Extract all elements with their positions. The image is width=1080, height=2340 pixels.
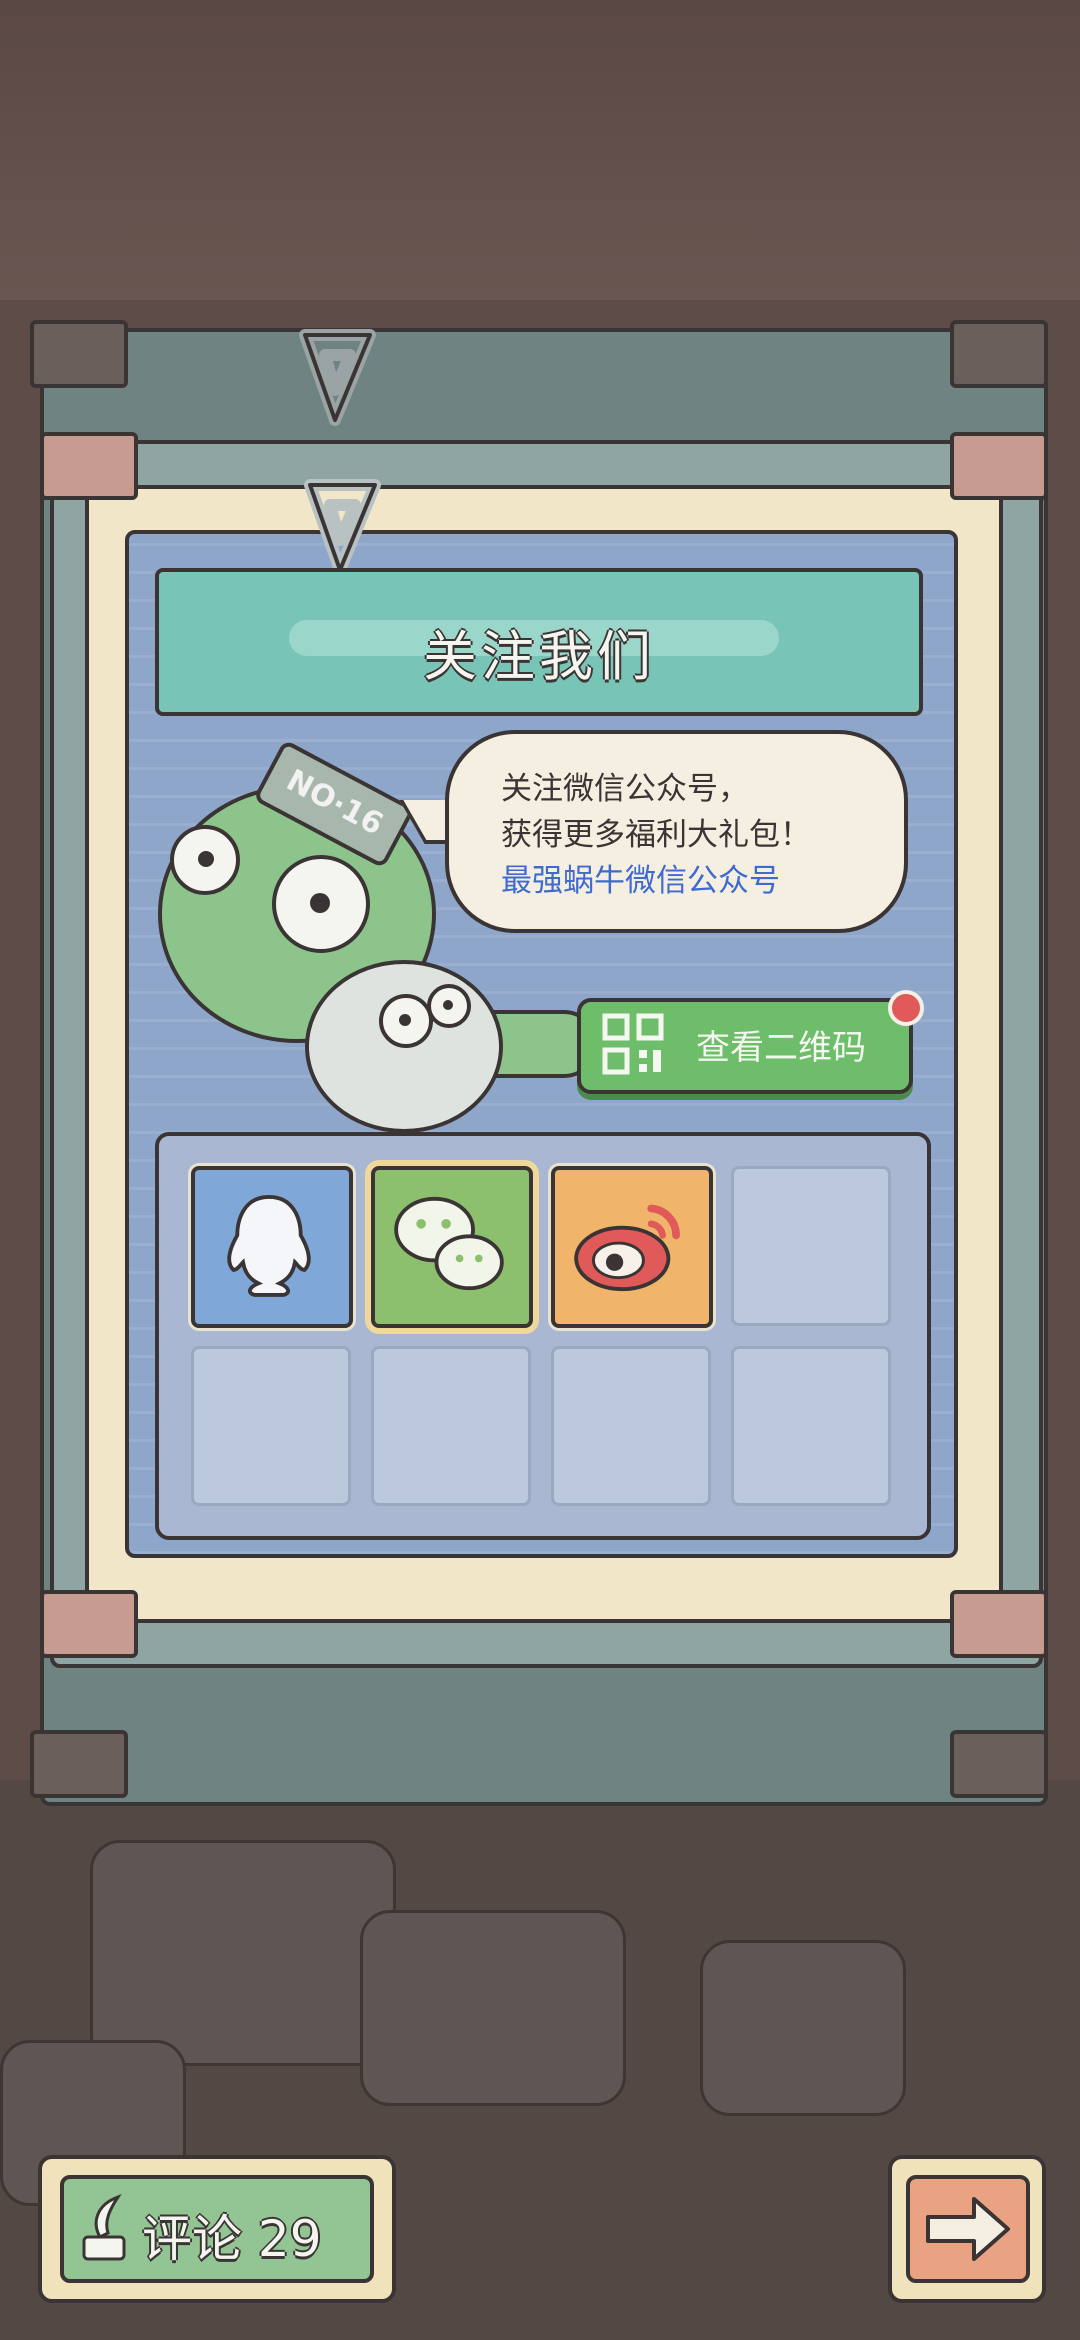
official-account-link[interactable]: 最强蜗牛微信公众号 [501,858,811,904]
frame-corner [950,1730,1048,1798]
mascot-eye [272,855,370,953]
frame-corner [950,320,1048,388]
view-qr-code-button[interactable]: 查看二维码 [577,990,924,1094]
paper-clip-icon [299,329,376,426]
comment-count: 29 [257,2210,322,2268]
empty-share-slot [731,1346,891,1506]
frame-corner [950,432,1048,500]
next-button-face [906,2175,1030,2283]
qq-share-slot[interactable] [191,1166,353,1328]
comment-button-face: 评论 29 [60,2175,374,2283]
frame-corner [950,1590,1048,1658]
snail-character [305,960,503,1133]
weibo-icon [574,1204,680,1292]
empty-share-slot [371,1346,531,1506]
mascot-eye [170,825,240,895]
empty-share-slot [191,1346,351,1506]
weibo-share-slot[interactable] [551,1166,713,1328]
message-line-1: 关注微信公众号， [501,771,749,807]
frame-corner [40,1590,138,1658]
rock-decoration [90,1840,396,2066]
qr-code-icon [602,1013,664,1075]
comment-label: 评论 [142,2210,242,2268]
arrow-right-icon [926,2197,1010,2261]
title-banner: 关注我们 [155,568,923,716]
page-title: 关注我们 [423,625,655,688]
wechat-share-slot[interactable] [371,1166,533,1328]
rock-decoration [360,1910,626,2106]
speech-bubble-text: 关注微信公众号， 获得更多福利大礼包！ 最强蜗牛微信公众号 [501,766,811,904]
empty-share-slot [731,1166,891,1326]
rock-decoration [700,1940,906,2116]
qq-icon [227,1194,311,1297]
speech-bubble: 关注微信公众号， 获得更多福利大礼包！ 最强蜗牛微信公众号 [445,730,908,933]
frame-corner [40,432,138,500]
comment-label-group: 评论 29 [142,2199,322,2271]
quill-pen-icon [82,2194,126,2261]
share-grid [155,1132,931,1540]
frame-corner [30,1730,128,1798]
next-button[interactable] [888,2155,1046,2303]
frame-corner [30,320,128,388]
wechat-icon [394,1196,504,1291]
view-qr-code-label: 查看二维码 [696,1028,866,1068]
notification-dot [888,990,924,1026]
empty-share-slot [551,1346,711,1506]
scene-background-top [0,0,1080,300]
message-line-2: 获得更多福利大礼包！ [501,817,811,853]
comment-button[interactable]: 评论 29 [38,2155,396,2303]
